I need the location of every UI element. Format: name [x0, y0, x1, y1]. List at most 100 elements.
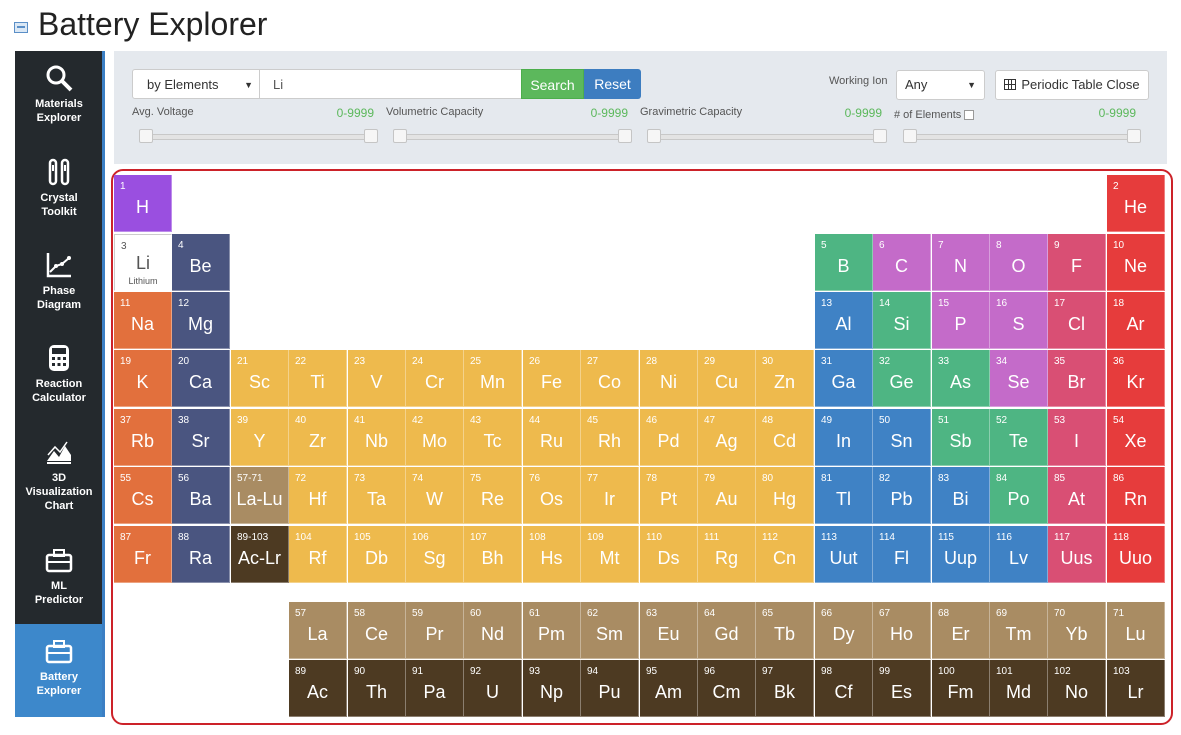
sidebar-item-phase-diagram[interactable]: Phase Diagram — [15, 250, 103, 330]
sidebar-item-reaction-calculator[interactable]: Reaction Calculator — [15, 343, 103, 423]
periodic-table-toggle-button[interactable]: Periodic Table Close — [995, 70, 1149, 100]
element-cell-pt[interactable]: 78 Pt — [640, 467, 698, 524]
slider-max-handle[interactable] — [618, 129, 632, 143]
element-cell-ce[interactable]: 58 Ce — [348, 602, 406, 659]
element-cell-ir[interactable]: 77 Ir — [581, 467, 639, 524]
element-cell-uut[interactable]: 113 Uut — [815, 526, 873, 583]
search-input[interactable]: Li — [260, 69, 522, 99]
element-cell-lr[interactable]: 103 Lr — [1107, 660, 1165, 717]
element-cell-pu[interactable]: 94 Pu — [581, 660, 639, 717]
slider-min-handle[interactable] — [139, 129, 153, 143]
element-cell-fr[interactable]: 87 Fr — [114, 526, 172, 583]
element-cell-sr[interactable]: 38 Sr — [172, 409, 230, 466]
slider-track-num-elements[interactable] — [909, 134, 1137, 140]
element-cell-sm[interactable]: 62 Sm — [581, 602, 639, 659]
element-cell-lu[interactable]: 71 Lu — [1107, 602, 1165, 659]
element-cell-ge[interactable]: 32 Ge — [873, 350, 931, 407]
slider-track-gravimetric-capacity[interactable] — [653, 134, 881, 140]
element-cell-uup[interactable]: 115 Uup — [932, 526, 990, 583]
search-button[interactable]: Search — [521, 69, 584, 99]
element-cell-li[interactable]: 3 Li Lithium — [114, 234, 172, 291]
slider-max-handle[interactable] — [364, 129, 378, 143]
element-cell-ag[interactable]: 47 Ag — [698, 409, 756, 466]
reset-button[interactable]: Reset — [584, 69, 641, 99]
element-cell-sg[interactable]: 106 Sg — [406, 526, 464, 583]
sidebar-item-materials-explorer[interactable]: Materials Explorer — [15, 63, 103, 143]
element-cell-rf[interactable]: 104 Rf — [289, 526, 347, 583]
search-mode-select[interactable]: by Elements ▼ — [132, 69, 260, 99]
element-cell-ti[interactable]: 22 Ti — [289, 350, 347, 407]
element-cell-rg[interactable]: 111 Rg — [698, 526, 756, 583]
element-cell-na[interactable]: 11 Na — [114, 292, 172, 349]
element-cell-h[interactable]: 1H — [114, 175, 172, 232]
element-cell-uuo[interactable]: 118 Uuo — [1107, 526, 1165, 583]
element-cell-b[interactable]: 5B — [815, 234, 873, 291]
element-cell-pm[interactable]: 61 Pm — [523, 602, 581, 659]
element-cell-ru[interactable]: 44 Ru — [523, 409, 581, 466]
slider-min-handle[interactable] — [903, 129, 917, 143]
element-cell-in[interactable]: 49 In — [815, 409, 873, 466]
element-cell-sb[interactable]: 51 Sb — [932, 409, 990, 466]
element-cell-no[interactable]: 102 No — [1048, 660, 1106, 717]
element-cell-tm[interactable]: 69 Tm — [990, 602, 1048, 659]
element-cell-hs[interactable]: 108 Hs — [523, 526, 581, 583]
sidebar-item-battery-explorer[interactable]: Battery Explorer — [15, 624, 103, 717]
element-cell-ni[interactable]: 28 Ni — [640, 350, 698, 407]
element-cell-pb[interactable]: 82 Pb — [873, 467, 931, 524]
element-cell-ds[interactable]: 110 Ds — [640, 526, 698, 583]
element-cell-db[interactable]: 105 Db — [348, 526, 406, 583]
element-cell-la[interactable]: 57 La — [289, 602, 347, 659]
element-cell-fe[interactable]: 26 Fe — [523, 350, 581, 407]
slider-track-volumetric-capacity[interactable] — [399, 134, 627, 140]
element-cell-ga[interactable]: 31 Ga — [815, 350, 873, 407]
element-cell-kr[interactable]: 36 Kr — [1107, 350, 1165, 407]
element-cell-am[interactable]: 95 Am — [640, 660, 698, 717]
element-cell-dy[interactable]: 66 Dy — [815, 602, 873, 659]
element-cell-ac-lr[interactable]: 89-103 Ac-Lr — [231, 526, 289, 583]
slider-track-avg-voltage[interactable] — [145, 134, 373, 140]
element-cell-ho[interactable]: 67 Ho — [873, 602, 931, 659]
element-cell-rn[interactable]: 86 Rn — [1107, 467, 1165, 524]
element-cell-mt[interactable]: 109 Mt — [581, 526, 639, 583]
element-cell-i[interactable]: 53 I — [1048, 409, 1106, 466]
element-cell-pr[interactable]: 59 Pr — [406, 602, 464, 659]
element-cell-cr[interactable]: 24 Cr — [406, 350, 464, 407]
element-cell-yb[interactable]: 70 Yb — [1048, 602, 1106, 659]
element-cell-se[interactable]: 34 Se — [990, 350, 1048, 407]
element-cell-p[interactable]: 15 P — [932, 292, 990, 349]
element-cell-cm[interactable]: 96 Cm — [698, 660, 756, 717]
element-cell-as[interactable]: 33 As — [932, 350, 990, 407]
element-cell-cd[interactable]: 48 Cd — [756, 409, 814, 466]
element-cell-md[interactable]: 101 Md — [990, 660, 1048, 717]
working-ion-select[interactable]: Any ▼ — [896, 70, 985, 100]
element-cell-rh[interactable]: 45 Rh — [581, 409, 639, 466]
element-cell-y[interactable]: 39 Y — [231, 409, 289, 466]
element-cell-rb[interactable]: 37 Rb — [114, 409, 172, 466]
element-cell-gd[interactable]: 64 Gd — [698, 602, 756, 659]
element-cell-cs[interactable]: 55 Cs — [114, 467, 172, 524]
element-cell-np[interactable]: 93 Np — [523, 660, 581, 717]
element-cell-mg[interactable]: 12 Mg — [172, 292, 230, 349]
element-cell-nb[interactable]: 41 Nb — [348, 409, 406, 466]
element-cell-os[interactable]: 76 Os — [523, 467, 581, 524]
element-cell-ta[interactable]: 73 Ta — [348, 467, 406, 524]
element-cell-cn[interactable]: 112 Cn — [756, 526, 814, 583]
element-cell-bh[interactable]: 107 Bh — [464, 526, 522, 583]
element-cell-es[interactable]: 99 Es — [873, 660, 931, 717]
element-cell-tb[interactable]: 65 Tb — [756, 602, 814, 659]
element-cell-zr[interactable]: 40 Zr — [289, 409, 347, 466]
element-cell-cl[interactable]: 17 Cl — [1048, 292, 1106, 349]
element-cell-fl[interactable]: 114 Fl — [873, 526, 931, 583]
element-cell-ba[interactable]: 56 Ba — [172, 467, 230, 524]
element-cell-tc[interactable]: 43 Tc — [464, 409, 522, 466]
element-cell-f[interactable]: 9F — [1048, 234, 1106, 291]
element-cell-ac[interactable]: 89 Ac — [289, 660, 347, 717]
element-cell-hf[interactable]: 72 Hf — [289, 467, 347, 524]
element-cell-mo[interactable]: 42 Mo — [406, 409, 464, 466]
element-cell-v[interactable]: 23 V — [348, 350, 406, 407]
element-cell-ra[interactable]: 88 Ra — [172, 526, 230, 583]
element-cell-sc[interactable]: 21 Sc — [231, 350, 289, 407]
element-cell-co[interactable]: 27 Co — [581, 350, 639, 407]
element-cell-pa[interactable]: 91 Pa — [406, 660, 464, 717]
element-cell-te[interactable]: 52 Te — [990, 409, 1048, 466]
